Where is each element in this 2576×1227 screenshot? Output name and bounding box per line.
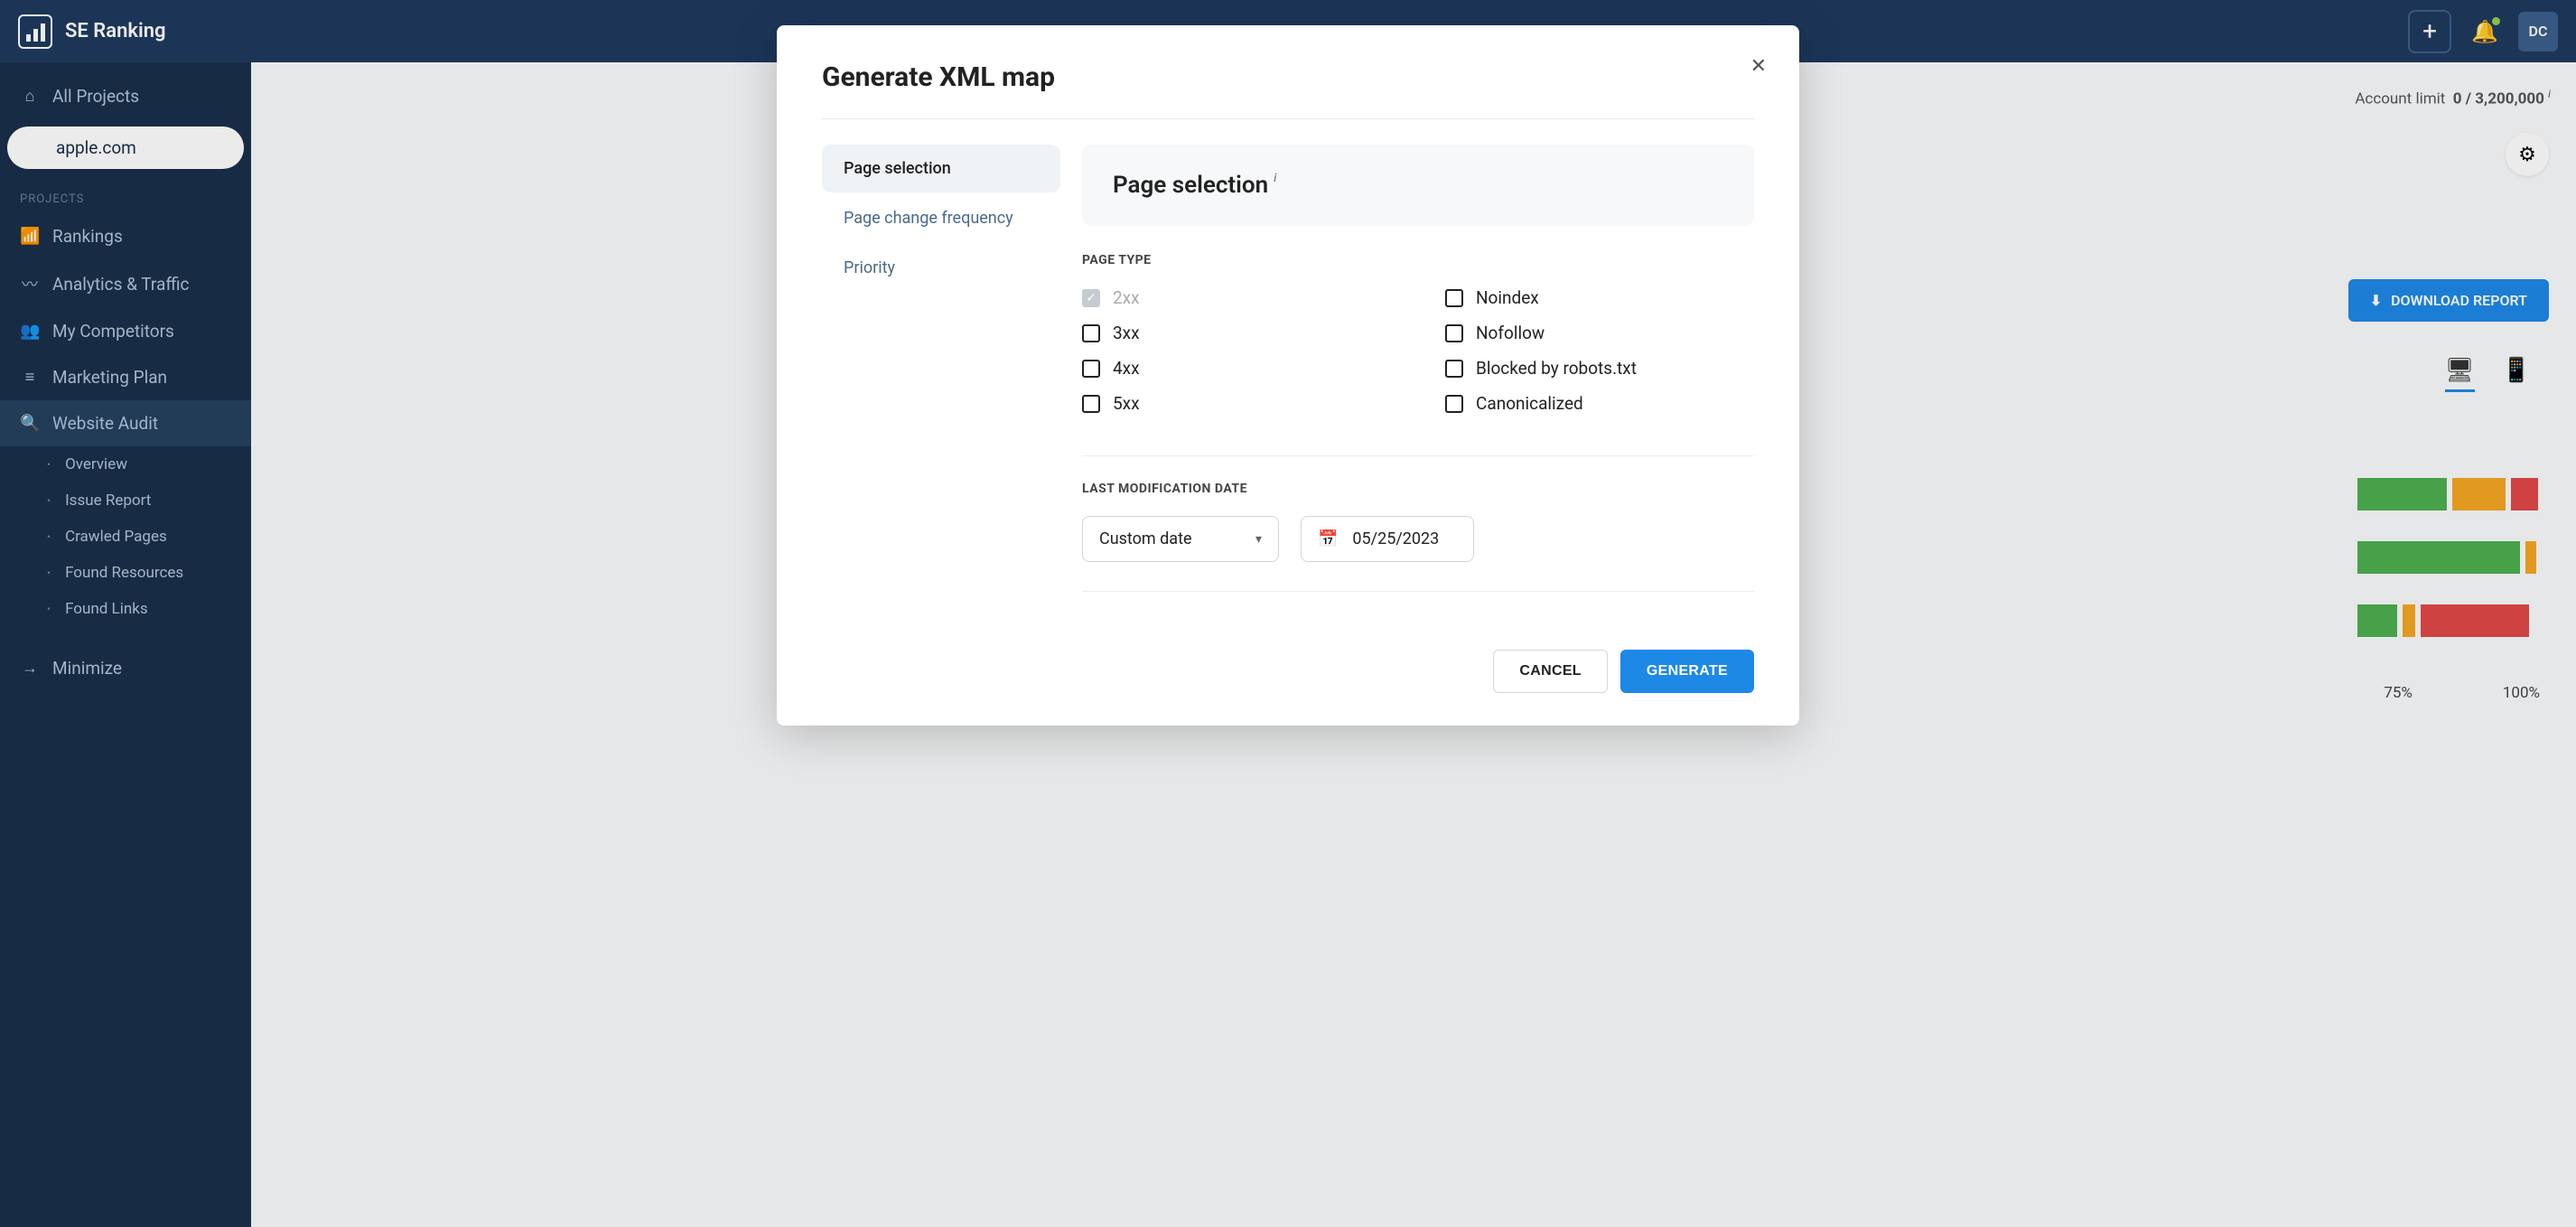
checkbox-icon: ✓ <box>1082 289 1100 307</box>
divider <box>822 118 1754 119</box>
date-mode-select[interactable]: Custom date ▾ <box>1082 516 1279 562</box>
nav-priority[interactable]: Priority <box>822 244 1060 292</box>
checkbox-canonicalized[interactable]: Canonicalized <box>1445 393 1754 414</box>
modal-content: Page selection i PAGE TYPE ✓ 2xx 3xx <box>1082 145 1754 617</box>
modal-footer: CANCEL GENERATE <box>822 650 1754 693</box>
date-input[interactable]: 📅 05/25/2023 <box>1301 516 1474 562</box>
close-button[interactable]: ✕ <box>1750 54 1767 78</box>
checkbox-icon <box>1082 324 1100 342</box>
modal-title: Generate XML map <box>822 61 1754 93</box>
checkbox-noindex[interactable]: Noindex <box>1445 287 1754 308</box>
checkbox-icon <box>1445 289 1463 307</box>
divider <box>1082 591 1754 592</box>
checkbox-icon <box>1445 324 1463 342</box>
checkbox-3xx[interactable]: 3xx <box>1082 323 1391 343</box>
generate-button[interactable]: GENERATE <box>1620 650 1754 693</box>
nav-page-change-frequency[interactable]: Page change frequency <box>822 194 1060 242</box>
checkbox-2xx: ✓ 2xx <box>1082 287 1391 308</box>
checkbox-nofollow[interactable]: Nofollow <box>1445 323 1754 343</box>
checkbox-icon <box>1082 360 1100 378</box>
content-title: Page selection <box>1113 172 1268 199</box>
checkbox-icon <box>1445 360 1463 378</box>
modal-generate-xml: ✕ Generate XML map Page selection Page c… <box>777 25 1799 726</box>
close-icon: ✕ <box>1750 54 1767 77</box>
checkbox-icon <box>1445 395 1463 413</box>
modal-overlay: ✕ Generate XML map Page selection Page c… <box>0 0 2576 1227</box>
modal-nav: Page selection Page change frequency Pri… <box>822 145 1060 617</box>
checkbox-icon <box>1082 395 1100 413</box>
info-icon[interactable]: i <box>1274 172 1276 185</box>
page-type-label: PAGE TYPE <box>1082 253 1754 267</box>
nav-page-selection[interactable]: Page selection <box>822 145 1060 192</box>
last-mod-label: LAST MODIFICATION DATE <box>1082 482 1754 496</box>
chevron-down-icon: ▾ <box>1255 532 1262 547</box>
content-header: Page selection i <box>1082 145 1754 226</box>
checkbox-4xx[interactable]: 4xx <box>1082 358 1391 379</box>
checkbox-blocked-robots[interactable]: Blocked by robots.txt <box>1445 358 1754 379</box>
calendar-icon: 📅 <box>1318 529 1338 548</box>
divider <box>1082 455 1754 456</box>
cancel-button[interactable]: CANCEL <box>1493 650 1607 693</box>
checkbox-5xx[interactable]: 5xx <box>1082 393 1391 414</box>
